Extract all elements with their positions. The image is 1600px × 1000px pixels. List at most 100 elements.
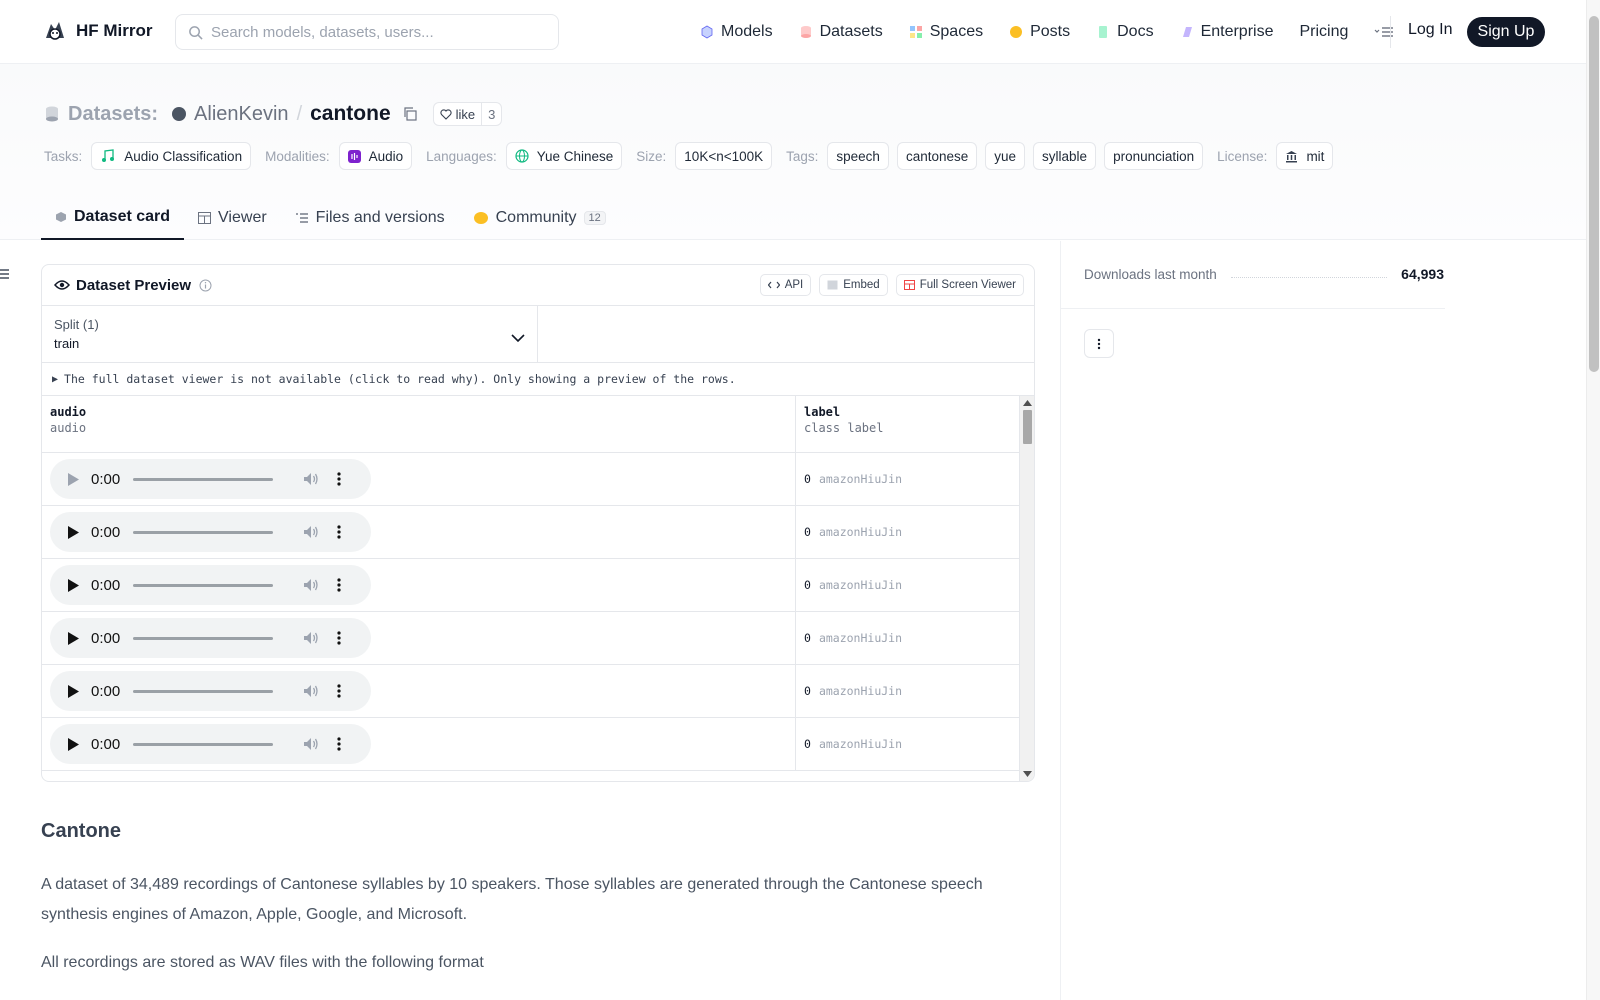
login-link[interactable]: Log In	[1408, 21, 1452, 39]
audio-player[interactable]: 0:00	[50, 724, 371, 764]
tag-task[interactable]: Audio Classification	[91, 142, 252, 170]
tag-speech[interactable]: speech	[827, 142, 889, 170]
label-index: 0	[804, 578, 811, 592]
sidebar-separator	[1061, 308, 1445, 309]
signup-button[interactable]: Sign Up	[1467, 17, 1545, 47]
audio-progress-bar[interactable]	[133, 530, 273, 534]
audio-options-icon[interactable]	[331, 683, 347, 699]
nav-more-button[interactable]	[1374, 18, 1394, 46]
page-scrollbar[interactable]	[1586, 0, 1600, 1000]
play-icon[interactable]	[68, 631, 79, 645]
volume-icon[interactable]	[303, 684, 319, 698]
scroll-down-arrow-icon[interactable]	[1023, 771, 1032, 777]
page-scrollbar-thumb[interactable]	[1589, 16, 1599, 372]
tag-syllable[interactable]: syllable	[1033, 142, 1097, 170]
tag-language[interactable]: Yue Chinese	[505, 142, 623, 170]
code-icon	[767, 281, 780, 289]
audio-player[interactable]: 0:00	[50, 459, 371, 499]
nav-posts[interactable]: Posts	[1009, 18, 1070, 46]
audio-time: 0:00	[91, 735, 121, 753]
tags-row: Tasks: Audio Classification Modalities: …	[44, 142, 1341, 170]
audio-options-icon[interactable]	[331, 736, 347, 752]
owner-link[interactable]: AlienKevin	[194, 103, 289, 126]
audio-modality-icon	[347, 149, 361, 163]
bank-icon	[1286, 150, 1298, 162]
tab-files[interactable]: Files and versions	[281, 196, 459, 240]
tab-community-label: Community	[495, 209, 577, 226]
license-label: License:	[1217, 148, 1268, 164]
repo-name[interactable]: cantone	[310, 102, 391, 126]
nav-enterprise[interactable]: Enterprise	[1180, 18, 1273, 46]
info-icon[interactable]	[199, 279, 212, 292]
play-icon[interactable]	[68, 472, 79, 486]
volume-icon[interactable]	[303, 578, 319, 592]
like-button[interactable]: like 3	[432, 102, 503, 126]
table-row: 0:00 0 amazonHiuJin	[42, 452, 1034, 506]
tab-viewer[interactable]: Viewer	[184, 196, 281, 240]
audio-player[interactable]: 0:00	[50, 565, 371, 605]
datasets-breadcrumb[interactable]: Datasets:	[68, 103, 158, 126]
audio-progress-bar[interactable]	[133, 636, 273, 640]
play-icon[interactable]	[68, 684, 79, 698]
table-icon	[198, 212, 212, 224]
tag-cantonese[interactable]: cantonese	[896, 142, 978, 170]
embed-button[interactable]: Embed	[819, 274, 888, 296]
table-scrollbar[interactable]	[1019, 396, 1034, 781]
nav-docs[interactable]: Docs	[1096, 18, 1154, 46]
play-icon[interactable]	[68, 525, 79, 539]
volume-icon[interactable]	[303, 472, 319, 486]
tab-dataset-card[interactable]: Dataset card	[41, 196, 185, 240]
sidebar-toggle-icon[interactable]	[0, 268, 10, 280]
tag-yue[interactable]: yue	[985, 142, 1026, 170]
like-count[interactable]: 3	[482, 107, 501, 122]
nav-datasets[interactable]: Datasets	[799, 18, 883, 46]
volume-icon[interactable]	[303, 631, 319, 645]
audio-options-icon[interactable]	[331, 630, 347, 646]
audio-progress-bar[interactable]	[133, 583, 273, 587]
tag-pronunciation[interactable]: pronunciation	[1104, 142, 1204, 170]
table-row: 0:00 0 amazonHiuJin	[42, 611, 1034, 665]
scroll-up-arrow-icon[interactable]	[1023, 400, 1032, 406]
top-navbar: HF Mirror Models Datasets Spaces Posts D…	[0, 0, 1586, 64]
like-toggle[interactable]: like	[434, 103, 483, 125]
audio-player[interactable]: 0:00	[50, 671, 371, 711]
tag-license-label: mit	[1306, 148, 1325, 164]
tag-modality-label: Audio	[368, 148, 404, 164]
more-options-button[interactable]	[1084, 329, 1114, 358]
search-box[interactable]	[175, 14, 559, 50]
fullscreen-viewer-button[interactable]: Full Screen Viewer	[895, 274, 1024, 296]
search-input[interactable]	[211, 23, 541, 41]
audio-player[interactable]: 0:00	[50, 618, 371, 658]
card-paragraph-2: All recordings are stored as WAV files w…	[41, 954, 484, 971]
tag-license[interactable]: mit	[1276, 142, 1334, 170]
tab-community[interactable]: Community 12	[459, 196, 620, 240]
copy-icon[interactable]	[403, 107, 417, 121]
tag-task-label: Audio Classification	[124, 148, 243, 164]
tag-modality[interactable]: Audio	[338, 142, 413, 170]
split-select[interactable]: Split (1) train	[42, 306, 538, 362]
brand-link[interactable]: HF Mirror	[42, 18, 153, 44]
play-icon[interactable]	[68, 578, 79, 592]
viewer-notice[interactable]: ▶ The full dataset viewer is not availab…	[42, 363, 1034, 396]
audio-options-icon[interactable]	[331, 524, 347, 540]
tag-size[interactable]: 10K<n<100K	[675, 142, 773, 170]
table-scrollbar-thumb[interactable]	[1023, 410, 1032, 444]
audio-progress-bar[interactable]	[133, 689, 273, 693]
column-header-label: label class label	[796, 396, 1020, 452]
volume-icon[interactable]	[303, 737, 319, 751]
audio-progress-bar[interactable]	[133, 742, 273, 746]
nav-models[interactable]: Models	[700, 18, 773, 46]
audio-options-icon[interactable]	[331, 577, 347, 593]
volume-icon[interactable]	[303, 525, 319, 539]
label-cell: 0 amazonHiuJin	[796, 718, 1020, 771]
audio-options-icon[interactable]	[331, 471, 347, 487]
audio-cell: 0:00	[42, 611, 796, 665]
nav-pricing[interactable]: Pricing	[1299, 18, 1348, 46]
nav-spaces[interactable]: Spaces	[909, 18, 983, 46]
label-cell: 0 amazonHiuJin	[796, 506, 1020, 559]
audio-player[interactable]: 0:00	[50, 512, 371, 552]
api-button[interactable]: API	[759, 274, 812, 296]
play-icon[interactable]	[68, 737, 79, 751]
audio-progress-bar[interactable]	[133, 477, 273, 481]
column-header-audio: audio audio	[42, 396, 796, 452]
